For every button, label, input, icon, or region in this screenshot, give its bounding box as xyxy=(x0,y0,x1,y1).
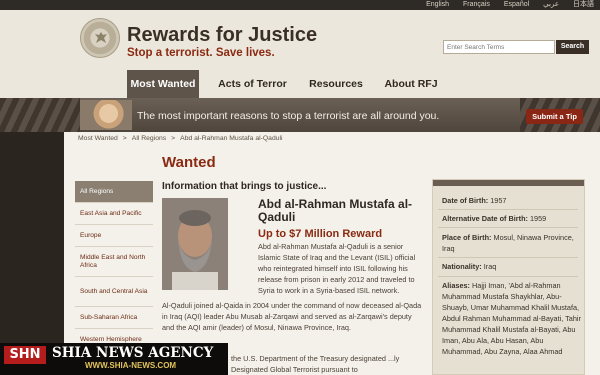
bio-paragraph-2: Al-Qaduli joined al-Qaida in 2004 under … xyxy=(162,301,422,332)
lang-arabic[interactable]: عربي xyxy=(543,0,559,10)
eagle-icon xyxy=(95,32,107,43)
reward-amount: Up to $7 Million Reward xyxy=(258,228,383,240)
site-tagline: Stop a terrorist. Save lives. xyxy=(127,47,275,59)
breadcrumb-separator: > xyxy=(122,135,127,142)
sidebar-item-all-regions[interactable]: All Regions xyxy=(75,181,153,203)
submit-tip-button[interactable]: Submit a Tip xyxy=(526,109,583,124)
breadcrumb-most-wanted[interactable]: Most Wanted xyxy=(78,135,118,142)
facts-topbar xyxy=(433,180,584,186)
suspect-photo xyxy=(162,198,228,290)
breadcrumb-all-regions[interactable]: All Regions xyxy=(132,135,166,142)
lang-english[interactable]: English xyxy=(426,0,449,10)
fact-dob: Date of Birth: 1957 xyxy=(442,195,582,206)
language-bar: English Français Español عربي 日本語 xyxy=(0,0,600,10)
fact-nationality-label: Nationality: xyxy=(442,262,482,271)
sidebar-item-sub-saharan-africa[interactable]: Sub-Saharan Africa xyxy=(75,307,153,329)
lang-japanese[interactable]: 日本語 xyxy=(573,0,594,10)
fact-aliases-label: Aliases: xyxy=(442,281,470,290)
facts-divider xyxy=(438,209,578,210)
main-nav: Most Wanted Acts of Terror Resources Abo… xyxy=(0,68,600,98)
watermark-logo: SHN xyxy=(4,346,46,364)
search-button[interactable]: Search xyxy=(556,40,589,54)
fact-alt-dob-value: 1959 xyxy=(529,214,547,223)
watermark-title: SHIA NEWS AGENCY xyxy=(52,345,214,361)
banner-decoration-left xyxy=(0,98,80,132)
fact-alt-dob-label: Alternative Date of Birth: xyxy=(442,214,528,223)
search-input[interactable] xyxy=(443,40,555,54)
tab-resources[interactable]: Resources xyxy=(303,70,369,98)
portrait-image xyxy=(162,198,228,290)
language-links: English Français Español عربي 日本語 xyxy=(426,0,594,10)
breadcrumb-current: Abd al-Rahman Mustafa al-Qaduli xyxy=(180,135,283,142)
facts-divider xyxy=(438,257,578,258)
bio-paragraph-3: the U.S. Department of the Treasury desi… xyxy=(231,354,400,374)
fact-aliases-value: Hajji Iman, 'Abd al-Rahman Muhammad Must… xyxy=(442,281,581,356)
fact-aliases: Aliases: Hajji Iman, 'Abd al-Rahman Muha… xyxy=(442,280,582,357)
fact-pob: Place of Birth: Mosul, Ninawa Province, … xyxy=(442,232,582,254)
breadcrumb: Most Wanted > All Regions > Abd al-Rahma… xyxy=(78,135,283,142)
breadcrumb-separator: > xyxy=(171,135,176,142)
lang-french[interactable]: Français xyxy=(463,0,490,10)
site-title[interactable]: Rewards for Justice xyxy=(127,24,317,47)
sidebar-item-middle-east-north-africa[interactable]: Middle East and North Africa xyxy=(75,247,153,277)
tab-about-rfj[interactable]: About RFJ xyxy=(378,70,444,98)
state-department-seal-logo[interactable] xyxy=(80,18,120,58)
child-photo xyxy=(80,100,132,130)
suspect-name: Abd al-Rahman Mustafa al-Qaduli xyxy=(258,197,413,224)
tab-most-wanted[interactable]: Most Wanted xyxy=(127,70,199,98)
facts-divider xyxy=(438,276,578,277)
fact-nationality-value: Iraq xyxy=(483,262,497,271)
fact-nationality: Nationality: Iraq xyxy=(442,261,582,272)
fact-dob-label: Date of Birth: xyxy=(442,196,489,205)
fact-alt-dob: Alternative Date of Birth: 1959 xyxy=(442,213,582,224)
tab-acts-of-terror[interactable]: Acts of Terror xyxy=(210,70,295,98)
sidebar-item-south-central-asia[interactable]: South and Central Asia xyxy=(75,277,153,307)
page-title: Wanted xyxy=(162,154,216,171)
sidebar-item-europe[interactable]: Europe xyxy=(75,225,153,247)
region-sidebar: All Regions East Asia and Pacific Europe… xyxy=(75,181,153,351)
sidebar-item-east-asia-pacific[interactable]: East Asia and Pacific xyxy=(75,203,153,225)
banner-text: The most important reasons to stop a ter… xyxy=(137,110,440,122)
watermark-url: WWW.SHIA-NEWS.COM xyxy=(85,361,177,370)
facts-divider xyxy=(438,227,578,228)
fact-pob-label: Place of Birth: xyxy=(442,233,492,242)
lang-spanish[interactable]: Español xyxy=(504,0,529,10)
fact-dob-value: 1957 xyxy=(490,196,507,205)
bio-paragraph-1: Abd al-Rahman Mustafa al-Qaduli is a sen… xyxy=(258,242,416,295)
info-heading: Information that brings to justice... xyxy=(162,181,327,192)
